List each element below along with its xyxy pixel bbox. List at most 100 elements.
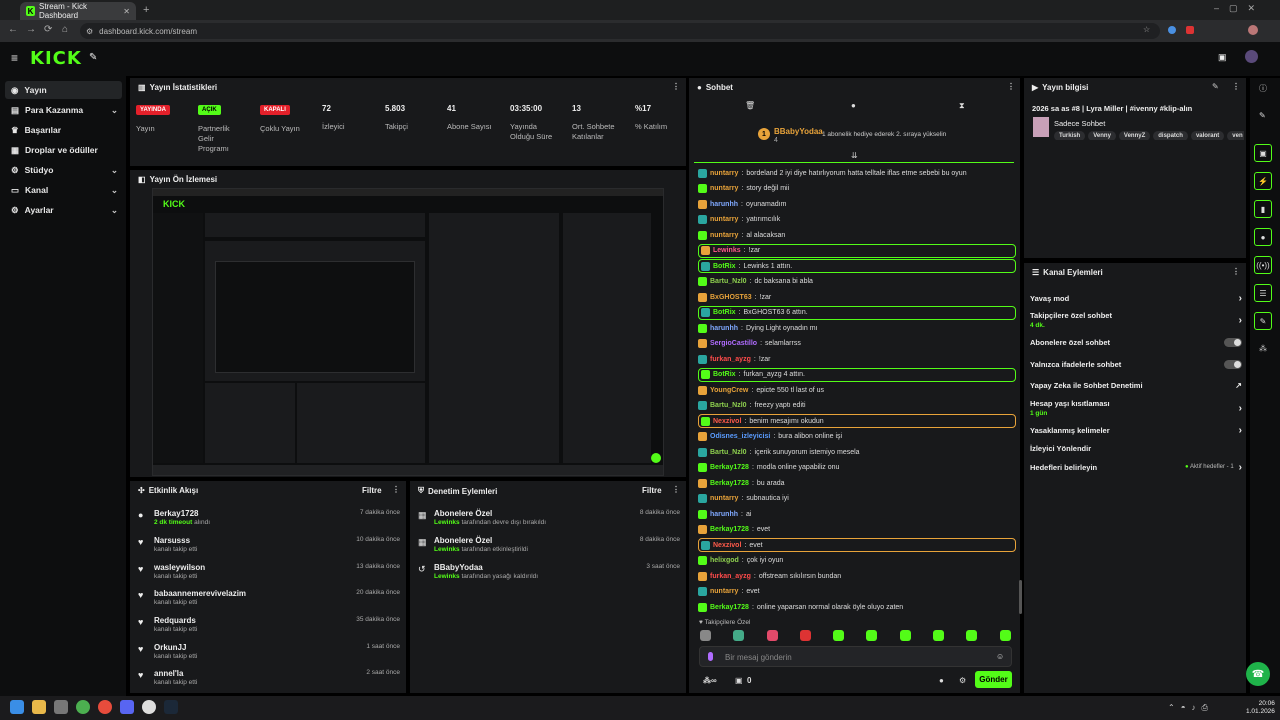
- site-info-icon[interactable]: ⚙: [86, 27, 93, 36]
- tools-icon[interactable]: ✎: [89, 52, 97, 63]
- chat-scrollbar[interactable]: [1019, 580, 1022, 614]
- windows-start-icon[interactable]: [10, 700, 24, 714]
- chat-username[interactable]: harunhh: [710, 201, 738, 208]
- edit-icon[interactable]: ✎: [1212, 82, 1219, 91]
- tag[interactable]: Venny: [1088, 131, 1116, 140]
- menu-icon[interactable]: ≡: [11, 51, 18, 65]
- emote-icon[interactable]: [966, 630, 977, 641]
- kick-logo[interactable]: KICK: [30, 48, 82, 69]
- sidebar-item-kanal[interactable]: ▭ Kanal ⌄: [5, 181, 122, 199]
- sidebar-item-yayin[interactable]: ◉ Yayın: [5, 81, 122, 99]
- chat-username[interactable]: BxGHOST63: [710, 294, 752, 301]
- chat-username[interactable]: Lewinks: [713, 247, 741, 254]
- browser-tab[interactable]: K Stream - Kick Dashboard ✕: [20, 2, 136, 20]
- chat-username[interactable]: nuntarry: [710, 170, 738, 177]
- sidebar-item-studyo[interactable]: ⚙ Stüdyo ⌄: [5, 161, 122, 179]
- clock[interactable]: 20:06 1.01.2026: [1246, 700, 1275, 716]
- emote-icon[interactable]: [733, 630, 744, 641]
- chat-settings-icon[interactable]: ⚙: [959, 676, 966, 685]
- action-account-age[interactable]: Hesap yaşı kısıtlaması 1 gün ›: [1030, 398, 1242, 418]
- emote-icon[interactable]: [1000, 630, 1011, 641]
- chat-mode-icon[interactable]: ●: [851, 101, 856, 110]
- info-circle-icon[interactable]: ⓘ: [1259, 83, 1267, 94]
- tag[interactable]: Turkish: [1054, 131, 1086, 140]
- sidebar-item-droplar[interactable]: ▦ Droplar ve ödüller: [5, 141, 122, 159]
- chat-username[interactable]: Berkay1728: [710, 526, 749, 533]
- chrome-icon[interactable]: [76, 700, 90, 714]
- rail-layout-button[interactable]: ☰: [1254, 284, 1272, 302]
- chat-username[interactable]: BotRix: [713, 371, 736, 378]
- action-goals[interactable]: Hedefleri belirleyin ● Aktif hedefler - 1…: [1030, 459, 1242, 475]
- profile-avatar[interactable]: [1248, 25, 1258, 35]
- action-ai-moderation[interactable]: Yapay Zeka ile Sohbet Denetimi ↗: [1030, 377, 1242, 393]
- chat-username[interactable]: nuntarry: [710, 588, 738, 595]
- hourglass-icon[interactable]: ⧗: [959, 101, 965, 111]
- tag[interactable]: dispatch: [1153, 131, 1188, 140]
- chat-username[interactable]: nuntarry: [710, 216, 738, 223]
- sidebar-item-basarilar[interactable]: ♛ Başarılar: [5, 121, 122, 139]
- pencil-icon[interactable]: ✎: [1259, 111, 1266, 120]
- rail-tools-button[interactable]: ✎: [1254, 312, 1272, 330]
- chat-menu-icon[interactable]: ⋮: [1007, 82, 1015, 91]
- chat-username[interactable]: furkan_ayzg: [710, 573, 751, 580]
- chat-username[interactable]: Berkay1728: [710, 480, 749, 487]
- sidebar-item-para-kazanma[interactable]: ▤ Para Kazanma ⌄: [5, 101, 122, 119]
- chat-username[interactable]: harunhh: [710, 511, 738, 518]
- chat-points-icon[interactable]: ▣: [735, 676, 743, 685]
- window-controls[interactable]: –▢✕: [1214, 3, 1265, 14]
- forward-icon[interactable]: →: [26, 24, 36, 35]
- system-tray-icons[interactable]: ⌃◓♪⎙: [1168, 703, 1214, 713]
- activity-filter-button[interactable]: Filtre: [362, 486, 382, 495]
- moderation-filter-button[interactable]: Filtre: [642, 486, 662, 495]
- extension-icon[interactable]: [1168, 26, 1176, 34]
- emote-icon[interactable]: [900, 630, 911, 641]
- action-subscribers-only[interactable]: Abonelere özel sohbet: [1030, 334, 1242, 350]
- chat-username[interactable]: BotRix: [713, 309, 736, 316]
- reload-icon[interactable]: ⟳: [44, 24, 52, 35]
- channel-actions-menu-icon[interactable]: ⋮: [1232, 267, 1240, 276]
- new-tab-icon[interactable]: +: [143, 4, 149, 16]
- emote-icon[interactable]: [933, 630, 944, 641]
- tag[interactable]: valorant: [1190, 131, 1225, 140]
- rail-stats-button[interactable]: ⚡: [1254, 172, 1272, 190]
- chat-username[interactable]: Bartu_Nzl0: [710, 449, 747, 456]
- taskbar-app-icon[interactable]: [98, 700, 112, 714]
- emote-icon[interactable]: [700, 630, 711, 641]
- chat-input[interactable]: Bir mesaj gönderin ☺: [699, 646, 1012, 667]
- discord-icon[interactable]: [120, 700, 134, 714]
- close-tab-icon[interactable]: ✕: [123, 7, 130, 16]
- chat-username[interactable]: nuntarry: [710, 185, 738, 192]
- help-chat-button[interactable]: ☎: [1246, 662, 1270, 686]
- file-explorer-icon[interactable]: [32, 700, 46, 714]
- preview-video[interactable]: KICK: [152, 188, 664, 476]
- chat-username[interactable]: Bartu_Nzl0: [710, 278, 747, 285]
- tag[interactable]: VennyZ: [1118, 131, 1151, 140]
- back-icon[interactable]: ←: [8, 24, 18, 35]
- emote-icon[interactable]: [767, 630, 778, 641]
- rail-chat-button[interactable]: ●: [1254, 228, 1272, 246]
- sidebar-item-ayarlar[interactable]: ⚙ Ayarlar ⌄: [5, 201, 122, 219]
- user-avatar[interactable]: [1245, 50, 1258, 63]
- tag[interactable]: ven: [1227, 131, 1244, 140]
- chat-username[interactable]: Odisnes_izleyicisi: [710, 433, 770, 440]
- chat-username[interactable]: helixgod: [710, 557, 739, 564]
- action-banned-words[interactable]: Yasaklanmış kelimeler ›: [1030, 422, 1242, 438]
- emoji-icon[interactable]: ☺: [996, 652, 1004, 661]
- chat-username[interactable]: Berkay1728: [710, 464, 749, 471]
- chat-users-icon[interactable]: ⁂∞: [703, 676, 717, 685]
- emote-icon[interactable]: [866, 630, 877, 641]
- home-icon[interactable]: ⌂: [62, 24, 68, 35]
- emote-icon[interactable]: [833, 630, 844, 641]
- extension-red-icon[interactable]: [1186, 26, 1194, 34]
- action-emote-only[interactable]: Yalnızca ifadelerle sohbet: [1030, 356, 1242, 372]
- rail-broadcast-button[interactable]: ((•)): [1254, 256, 1272, 274]
- chat-username[interactable]: nuntarry: [710, 232, 738, 239]
- action-slow-mode[interactable]: Yavaş mod ›: [1030, 290, 1242, 306]
- chat-username[interactable]: Nexzivol: [713, 418, 741, 425]
- chat-username[interactable]: Berkay1728: [710, 604, 749, 611]
- chevron-down-icon[interactable]: ⇊: [851, 151, 858, 160]
- chat-username[interactable]: BotRix: [713, 263, 736, 270]
- emote-icon[interactable]: [800, 630, 811, 641]
- chat-username[interactable]: YoungCrew: [710, 387, 748, 394]
- stats-menu-icon[interactable]: ⋮: [672, 82, 680, 91]
